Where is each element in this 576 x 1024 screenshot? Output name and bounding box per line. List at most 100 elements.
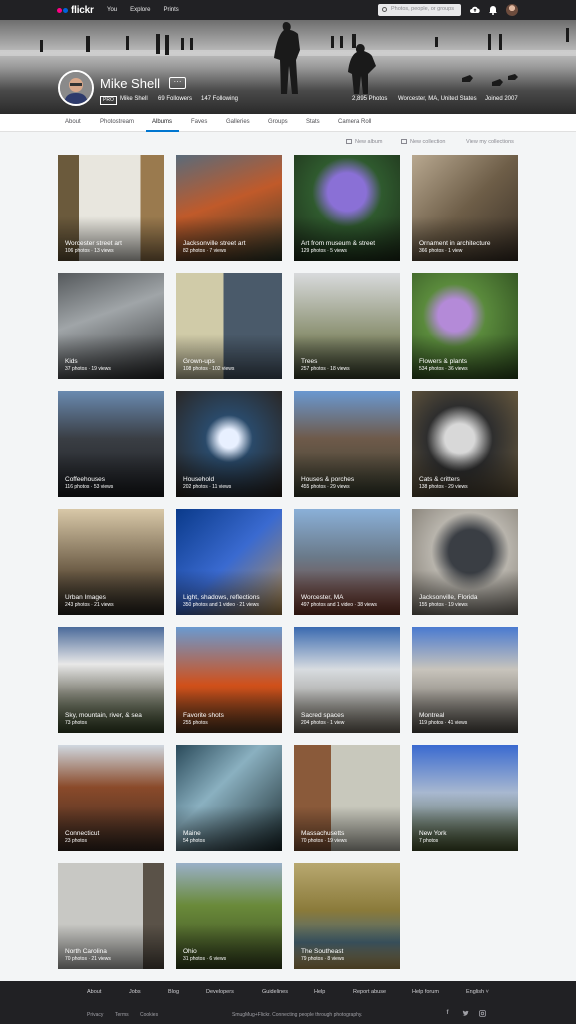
tab-stats[interactable]: Stats (306, 119, 320, 125)
album-card[interactable]: Connecticut 23 photos (58, 745, 164, 851)
logo-blue-dot (63, 7, 68, 13)
album-meta: 119 photos · 41 views (419, 720, 468, 726)
cloud-upload-icon[interactable] (469, 4, 481, 16)
footer-link-terms[interactable]: Terms (115, 1012, 129, 1018)
tab-about[interactable]: About (65, 119, 81, 125)
album-card[interactable]: Sacred spaces 204 photos · 1 view (294, 627, 400, 733)
album-meta: 534 photos · 36 views (419, 366, 468, 372)
logo-wordmark: flickr (71, 4, 94, 16)
album-card[interactable]: Worcester, MA 497 photos and 1 video · 38… (294, 509, 400, 615)
album-card[interactable]: Maine 54 photos (176, 745, 282, 851)
instagram-icon[interactable] (479, 1010, 486, 1017)
album-title: Connecticut (65, 830, 100, 837)
album-card[interactable]: Worcester street art 106 photos · 13 view… (58, 155, 164, 261)
nav-explore[interactable]: Explore (130, 7, 150, 13)
footer-link-report-abuse[interactable]: Report abuse (353, 989, 386, 995)
footer-link-help-forum[interactable]: Help forum (412, 989, 439, 995)
search-input[interactable]: Photos, people, or groups (378, 4, 461, 16)
footer-link-jobs[interactable]: Jobs (129, 989, 141, 995)
album-card[interactable]: Ornament in architecture 366 photos · 1 v… (412, 155, 518, 261)
album-card[interactable]: Montreal 119 photos · 41 views (412, 627, 518, 733)
nav-you[interactable]: You (107, 7, 117, 13)
album-cover-gradient (58, 216, 164, 261)
album-title: Kids (65, 358, 78, 365)
footer-link-blog[interactable]: Blog (168, 989, 179, 995)
nav-prints[interactable]: Prints (163, 7, 178, 13)
album-cover-gradient (294, 216, 400, 261)
album-card[interactable]: Jacksonville street art 82 photos · 7 vie… (176, 155, 282, 261)
album-cover-gradient (412, 452, 518, 497)
album-card[interactable]: Massachusetts 70 photos · 19 views (294, 745, 400, 851)
new-album-icon (346, 139, 352, 144)
bell-icon[interactable] (487, 4, 499, 16)
user-avatar[interactable] (506, 4, 518, 16)
profile-avatar[interactable] (58, 70, 94, 106)
album-meta: 70 photos · 21 views (65, 956, 111, 962)
tab-faves[interactable]: Faves (191, 119, 207, 125)
footer-link-developers[interactable]: Developers (206, 989, 234, 995)
album-title: Worcester, MA (301, 594, 344, 601)
more-options-button[interactable]: ··· (169, 77, 186, 89)
album-title: Household (183, 476, 215, 483)
album-card[interactable]: Grown-ups 108 photos · 102 views (176, 273, 282, 379)
album-meta: 202 photos · 11 views (183, 484, 232, 490)
album-card[interactable]: Household 202 photos · 11 views (176, 391, 282, 497)
footer-link-about[interactable]: About (87, 989, 101, 995)
album-card[interactable]: Houses & porches 455 photos · 29 views (294, 391, 400, 497)
view-collections-link[interactable]: View my collections (466, 139, 514, 145)
tab-photostream[interactable]: Photostream (100, 119, 134, 125)
album-card[interactable]: North Carolina 70 photos · 21 views (58, 863, 164, 969)
footer-link-guidelines[interactable]: Guidelines (262, 989, 288, 995)
album-meta: 79 photos · 8 views (301, 956, 345, 962)
album-cover-gradient (58, 806, 164, 851)
footer-link-help[interactable]: Help (314, 989, 325, 995)
album-card[interactable]: Ohio 31 photos · 6 views (176, 863, 282, 969)
album-meta: 350 photos and 1 video · 21 views (183, 602, 259, 608)
album-card[interactable]: Light, shadows, reflections 350 photos an… (176, 509, 282, 615)
album-card[interactable]: Trees 257 photos · 18 views (294, 273, 400, 379)
album-meta: 497 photos and 1 video · 38 views (301, 602, 377, 608)
new-collection-button[interactable]: New collection (401, 139, 445, 145)
tab-groups[interactable]: Groups (268, 119, 288, 125)
flickr-logo[interactable]: flickr (57, 4, 94, 16)
footer: About Jobs Blog Developers Guidelines He… (0, 981, 576, 1024)
album-cover-gradient (176, 806, 282, 851)
album-meta: 31 photos · 6 views (183, 956, 227, 962)
album-cover-gradient (294, 924, 400, 969)
tab-camera-roll[interactable]: Camera Roll (338, 119, 371, 125)
album-card[interactable]: Coffeehouses 116 photos · 53 views (58, 391, 164, 497)
footer-link-cookies[interactable]: Cookies (140, 1012, 158, 1018)
followers-link[interactable]: 69 Followers (158, 96, 192, 102)
album-cover-gradient (294, 688, 400, 733)
album-card[interactable]: Urban Images 243 photos · 21 views (58, 509, 164, 615)
tab-albums[interactable]: Albums (152, 119, 172, 125)
album-card[interactable]: Favorite shots 255 photos (176, 627, 282, 733)
new-album-button[interactable]: New album (346, 139, 383, 145)
album-title: North Carolina (65, 948, 107, 955)
album-card[interactable]: Flowers & plants 534 photos · 36 views (412, 273, 518, 379)
album-meta: 455 photos · 29 views (301, 484, 350, 490)
album-meta: 70 photos · 19 views (301, 838, 347, 844)
top-bar: flickr You Explore Prints Photos, people… (0, 0, 576, 20)
album-cover-gradient (58, 570, 164, 615)
footer-link-privacy[interactable]: Privacy (87, 1012, 103, 1018)
album-card[interactable]: New York 7 photos (412, 745, 518, 851)
following-link[interactable]: 147 Following (201, 96, 238, 102)
album-meta: 129 photos · 5 views (301, 248, 347, 254)
album-title: Houses & porches (301, 476, 355, 483)
album-card[interactable]: The Southeast 79 photos · 8 views (294, 863, 400, 969)
tab-galleries[interactable]: Galleries (226, 119, 250, 125)
facebook-icon[interactable]: f (444, 1010, 451, 1017)
album-card[interactable]: Art from museum & street 129 photos · 5 v… (294, 155, 400, 261)
album-card[interactable]: Kids 37 photos · 19 views (58, 273, 164, 379)
album-meta: 54 photos (183, 838, 205, 844)
language-selector[interactable]: English ˅ (466, 989, 489, 995)
album-card[interactable]: Cats & critters 138 photos · 29 views (412, 391, 518, 497)
album-card[interactable]: Sky, mountain, river, & sea 73 photos (58, 627, 164, 733)
album-cover-gradient (176, 688, 282, 733)
album-card[interactable]: Jacksonville, Florida 155 photos · 19 vie… (412, 509, 518, 615)
album-meta: 7 photos (419, 838, 439, 844)
album-meta: 82 photos · 7 views (183, 248, 227, 254)
twitter-icon[interactable] (462, 1010, 469, 1017)
album-cover-gradient (58, 334, 164, 379)
